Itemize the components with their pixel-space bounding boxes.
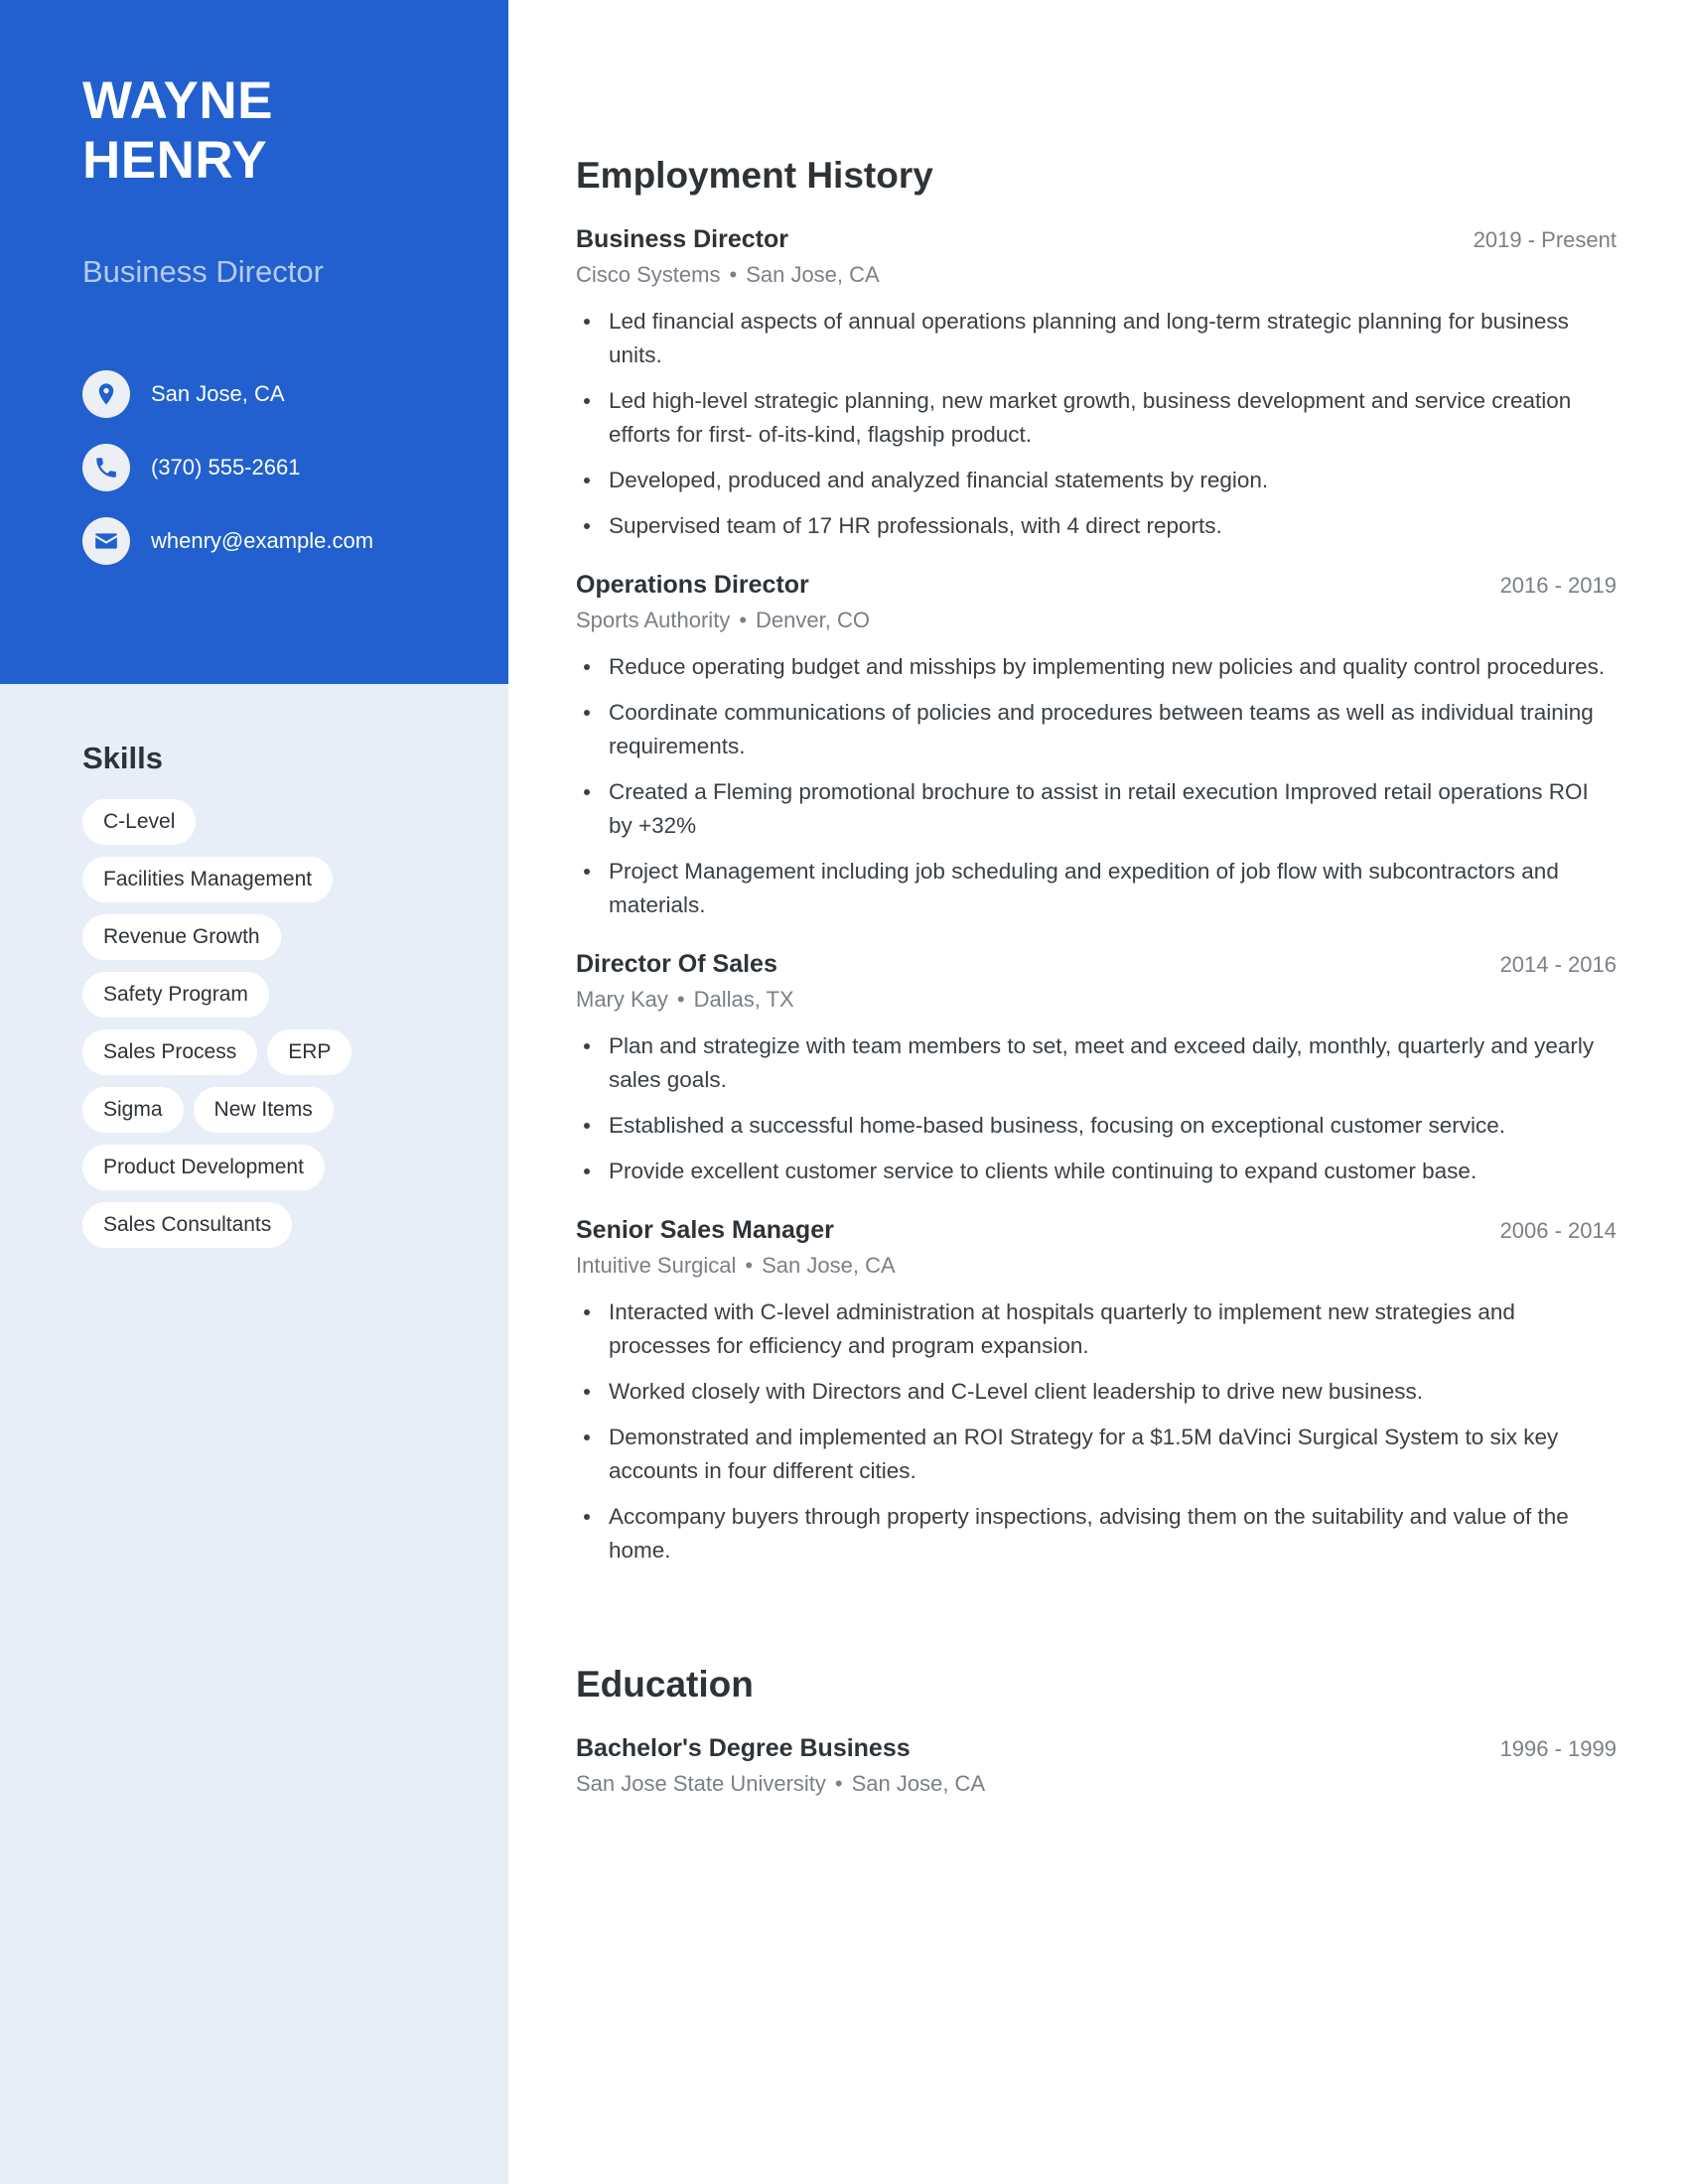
skill-tag-list: C-Level Facilities Management Revenue Grow… [82, 799, 380, 1248]
entry-bullet: Led high-level strategic planning, new m… [576, 384, 1617, 452]
entry-bullet: Project Management including job schedul… [576, 855, 1617, 922]
entry-bullet: Interacted with C-level administration a… [576, 1296, 1617, 1363]
resume-page: WAYNE HENRY Business Director San Jose, … [0, 0, 1688, 2184]
entry-dates: 2016 - 2019 [1499, 573, 1617, 598]
entry-title: Operations Director [576, 571, 809, 599]
entry-bullet-list: Led financial aspects of annual operatio… [576, 305, 1617, 543]
entry-title: Director Of Sales [576, 950, 777, 978]
entry-bullet-list: Reduce operating budget and misships by … [576, 650, 1617, 922]
education-section: Education Bachelor's Degree Business 1996… [576, 1663, 1617, 1800]
experience-entry: Operations Director 2016 - 2019 Sports Aut… [576, 569, 1617, 922]
entry-location: San Jose, CA [851, 1771, 986, 1796]
contact-list: San Jose, CA (370) 555-2661 whenry@examp… [82, 357, 480, 578]
contact-phone-text: (370) 555-2661 [151, 455, 301, 479]
skill-tag[interactable]: Revenue Growth [82, 914, 281, 960]
location-pin-icon [82, 370, 130, 418]
entry-location: San Jose, CA [746, 262, 880, 287]
entry-title: Bachelor's Degree Business [576, 1734, 911, 1762]
education-heading: Education [576, 1664, 754, 1705]
contact-location-text: San Jose, CA [151, 381, 285, 406]
contact-item-location[interactable]: San Jose, CA [82, 357, 480, 431]
meta-separator-dot: • [676, 987, 685, 1012]
entry-bullet: Demonstrated and implemented an ROI Stra… [576, 1421, 1617, 1488]
entry-bullet: Created a Fleming promotional brochure t… [576, 775, 1617, 843]
entry-header: Director Of Sales 2014 - 2016 [576, 948, 1617, 981]
skill-tag[interactable]: Sales Process [82, 1029, 258, 1075]
entry-bullet-list: Plan and strategize with team members to… [576, 1029, 1617, 1188]
sidebar: WAYNE HENRY Business Director San Jose, … [0, 0, 508, 2184]
entry-bullet: Worked closely with Directors and C-Leve… [576, 1375, 1617, 1409]
entry-bullet: Reduce operating budget and misships by … [576, 650, 1617, 684]
experience-entry: Business Director 2019 - Present Cisco Sys… [576, 223, 1617, 543]
contact-item-phone[interactable]: (370) 555-2661 [82, 431, 480, 504]
meta-separator-dot: • [739, 608, 748, 632]
entry-bullet: Accompany buyers through property inspec… [576, 1500, 1617, 1568]
entry-bullet: Led financial aspects of annual operatio… [576, 305, 1617, 372]
skill-tag[interactable]: Product Development [82, 1145, 325, 1190]
entry-location: San Jose, CA [762, 1253, 896, 1278]
contact-email-text: whenry@example.com [151, 528, 374, 553]
entry-header: Operations Director 2016 - 2019 [576, 569, 1617, 602]
entry-meta: Intuitive Surgical • San Jose, CA [576, 1250, 1617, 1282]
entry-title: Business Director [576, 225, 788, 253]
skill-tag[interactable]: C-Level [82, 799, 197, 845]
entry-header: Business Director 2019 - Present [576, 223, 1617, 256]
entry-bullet: Coordinate communications of policies an… [576, 696, 1617, 763]
entry-dates: 1996 - 1999 [1499, 1736, 1617, 1761]
skills-heading: Skills [82, 741, 163, 775]
entry-header: Bachelor's Degree Business 1996 - 1999 [576, 1732, 1617, 1765]
skill-tag[interactable]: New Items [193, 1087, 334, 1133]
experience-entry: Bachelor's Degree Business 1996 - 1999 San… [576, 1732, 1617, 1800]
entry-dates: 2014 - 2016 [1499, 952, 1617, 977]
entry-header: Senior Sales Manager 2006 - 2014 [576, 1214, 1617, 1247]
employment-history-heading: Employment History [576, 155, 933, 196]
entry-meta: San Jose State University • San Jose, CA [576, 1768, 1617, 1800]
last-name: HENRY [82, 131, 268, 190]
skill-tag[interactable]: Facilities Management [82, 857, 334, 902]
entry-location: Dallas, TX [693, 987, 794, 1012]
entry-meta: Cisco Systems • San Jose, CA [576, 259, 1617, 291]
entry-bullet: Plan and strategize with team members to… [576, 1029, 1617, 1097]
entry-organization: Intuitive Surgical [576, 1253, 737, 1278]
entry-location: Denver, CO [756, 608, 870, 632]
entry-bullet: Provide excellent customer service to cl… [576, 1155, 1617, 1188]
entry-meta: Sports Authority • Denver, CO [576, 605, 1617, 636]
entry-title: Senior Sales Manager [576, 1216, 834, 1244]
main-content: Employment History Business Director 2019… [576, 0, 1617, 1814]
entry-bullet-list: Interacted with C-level administration a… [576, 1296, 1617, 1568]
skill-tag[interactable]: Sales Consultants [82, 1202, 293, 1248]
experience-entry: Senior Sales Manager 2006 - 2014 Intuitive… [576, 1214, 1617, 1568]
sidebar-header-banner: WAYNE HENRY Business Director San Jose, … [0, 0, 508, 684]
entry-organization: Sports Authority [576, 608, 731, 632]
skill-tag[interactable]: ERP [267, 1029, 352, 1075]
skill-tag[interactable]: Safety Program [82, 972, 269, 1018]
entry-organization: Cisco Systems [576, 262, 721, 287]
employment-history-section: Employment History Business Director 2019… [576, 154, 1617, 1568]
education-entry-list: Bachelor's Degree Business 1996 - 1999 San… [576, 1732, 1617, 1800]
experience-entry: Director Of Sales 2014 - 2016 Mary Kay • Dal… [576, 948, 1617, 1188]
entry-dates: 2019 - Present [1473, 227, 1617, 252]
skill-tag[interactable]: Sigma [82, 1087, 184, 1133]
phone-icon [82, 444, 130, 491]
meta-separator-dot: • [729, 262, 738, 287]
entry-bullet: Established a successful home-based busi… [576, 1109, 1617, 1143]
envelope-icon [82, 517, 130, 565]
skills-section: Skills C-Level Facilities Management Reven… [82, 740, 450, 1248]
entry-dates: 2006 - 2014 [1499, 1218, 1617, 1243]
employment-entry-list: Business Director 2019 - Present Cisco Sys… [576, 223, 1617, 1568]
entry-bullet: Developed, produced and analyzed financi… [576, 464, 1617, 497]
candidate-name: WAYNE HENRY [82, 71, 480, 191]
entry-meta: Mary Kay • Dallas, TX [576, 984, 1617, 1016]
candidate-job-title: Business Director [82, 254, 324, 289]
entry-bullet: Supervised team of 17 HR professionals, … [576, 509, 1617, 543]
meta-separator-dot: • [834, 1771, 843, 1796]
entry-organization: San Jose State University [576, 1771, 826, 1796]
contact-item-email[interactable]: whenry@example.com [82, 504, 480, 578]
meta-separator-dot: • [745, 1253, 754, 1278]
entry-organization: Mary Kay [576, 987, 668, 1012]
first-name: WAYNE [82, 71, 273, 130]
